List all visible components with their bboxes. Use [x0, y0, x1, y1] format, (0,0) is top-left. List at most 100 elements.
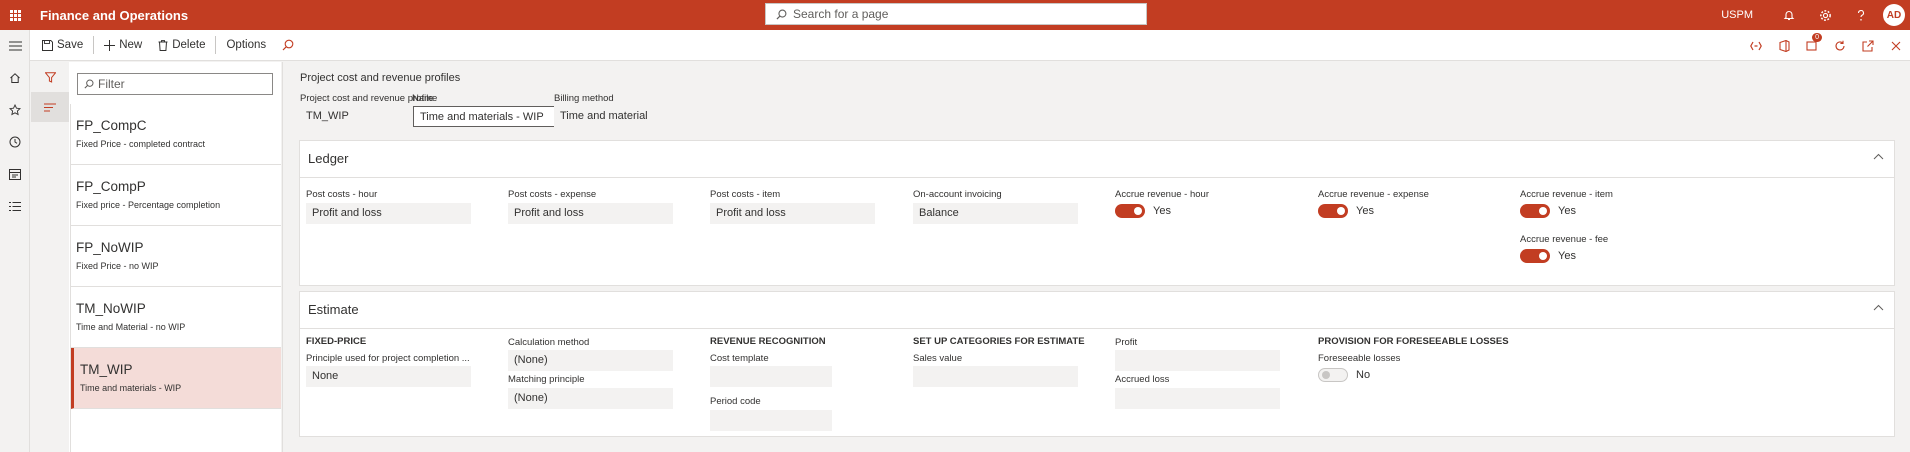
accrue-revenue-item-label: Accrue revenue - item [1520, 189, 1613, 200]
refresh-button[interactable] [1826, 30, 1854, 61]
foreseeable-losses-label: Foreseeable losses [1318, 353, 1401, 364]
profit-label: Profit [1115, 337, 1138, 348]
estimate-header[interactable]: Estimate [300, 292, 1894, 329]
toggle-value: No [1356, 369, 1371, 381]
toolbar-separator [93, 36, 95, 54]
messages-button[interactable]: 0 [1798, 30, 1826, 61]
cost-template-label: Cost template [710, 353, 769, 364]
estimate-title: Estimate [308, 302, 359, 317]
save-label: Save [57, 39, 84, 51]
estimate-fasttab: Estimate FIXED-PRICE Principle used for … [299, 291, 1895, 437]
list-view-button[interactable] [31, 92, 69, 122]
post-costs-expense-select[interactable]: Profit and loss [508, 203, 673, 224]
plus-icon [104, 39, 116, 51]
sales-value-field[interactable] [913, 366, 1078, 387]
list-item-id: TM_NoWIP [76, 301, 146, 316]
list-item-id: FP_CompC [76, 118, 147, 133]
help-button[interactable] [1843, 0, 1879, 30]
accrue-revenue-fee-label: Accrue revenue - fee [1520, 234, 1609, 245]
period-code-label: Period code [710, 396, 761, 407]
revenue-recognition-heading: REVENUE RECOGNITION [710, 336, 826, 347]
clock-icon [9, 136, 21, 148]
ledger-header[interactable]: Ledger [300, 141, 1894, 178]
foreseeable-losses-toggle[interactable]: No [1318, 368, 1370, 382]
search-icon [84, 79, 94, 89]
power-apps-button[interactable] [1742, 30, 1770, 61]
post-costs-item-label: Post costs - item [710, 189, 781, 200]
list-item-description: Time and Material - no WIP [76, 322, 186, 332]
save-button[interactable]: Save [34, 30, 91, 61]
list-item[interactable]: TM_NoWIP Time and Material - no WIP [71, 287, 281, 348]
action-search-button[interactable] [274, 30, 306, 61]
billing-method-label: Billing method [554, 93, 614, 104]
nav-workspaces[interactable] [0, 158, 30, 190]
post-costs-hour-select[interactable]: Profit and loss [306, 203, 471, 224]
funnel-icon [44, 71, 56, 83]
app-launcher-button[interactable] [0, 0, 30, 30]
ledger-title: Ledger [308, 151, 349, 166]
ledger-fasttab: Ledger Post costs - hour Profit and loss… [299, 140, 1895, 286]
accrue-revenue-hour-label: Accrue revenue - hour [1115, 189, 1209, 200]
list-item[interactable]: FP_CompP Fixed price - Percentage comple… [71, 165, 281, 226]
list-item-selected[interactable]: TM_WIP Time and materials - WIP [71, 348, 281, 409]
home-icon [10, 73, 20, 83]
on-account-invoicing-select[interactable]: Balance [913, 203, 1078, 224]
post-costs-item-select[interactable]: Profit and loss [710, 203, 875, 224]
nav-favorites[interactable] [0, 94, 30, 126]
sales-value-label: Sales value [913, 353, 963, 364]
cost-template-field[interactable] [710, 366, 832, 387]
notifications-button[interactable] [1771, 0, 1807, 30]
period-code-field[interactable] [710, 410, 832, 431]
toggle-switch [1115, 204, 1145, 218]
filter-toggle-button[interactable] [31, 62, 69, 92]
list-filter-input[interactable]: Filter [77, 73, 273, 95]
top-bar: Finance and Operations Search for a page… [0, 0, 1910, 30]
close-page-button[interactable] [1882, 30, 1910, 61]
accrue-revenue-expense-toggle[interactable]: Yes [1318, 204, 1374, 218]
accrue-revenue-item-toggle[interactable]: Yes [1520, 204, 1576, 218]
messages-badge: 0 [1812, 33, 1822, 42]
accrued-loss-field[interactable] [1115, 388, 1280, 409]
refresh-icon [1835, 40, 1845, 50]
diamond-link-icon [1750, 41, 1762, 50]
list-item[interactable]: FP_CompC Fixed Price - completed contrac… [71, 104, 281, 165]
star-icon [9, 104, 21, 116]
app-title: Finance and Operations [40, 7, 189, 23]
open-new-window-button[interactable] [1854, 30, 1882, 61]
user-avatar[interactable]: AD [1883, 4, 1905, 26]
bell-icon [1783, 11, 1795, 21]
nav-home[interactable] [0, 62, 30, 94]
new-button[interactable]: New [96, 30, 150, 61]
search-placeholder: Search for a page [793, 7, 889, 21]
close-icon [1891, 41, 1901, 50]
accrue-revenue-hour-toggle[interactable]: Yes [1115, 204, 1171, 218]
delete-button[interactable]: Delete [150, 30, 213, 61]
settings-button[interactable] [1807, 0, 1843, 30]
setup-categories-heading: SET UP CATEGORIES FOR ESTIMATE [913, 336, 1085, 347]
search-icon [776, 9, 787, 20]
matching-principle-select[interactable]: (None) [508, 388, 673, 409]
nav-modules[interactable] [0, 190, 30, 222]
list-lines-icon [44, 102, 56, 112]
company-picker[interactable]: USPM [1721, 9, 1753, 21]
accrue-revenue-fee-toggle[interactable]: Yes [1520, 249, 1576, 263]
principle-select[interactable]: None [306, 366, 471, 387]
principle-label: Principle used for project completion ..… [306, 353, 470, 364]
list-item[interactable]: FP_NoWIP Fixed Price - no WIP [71, 226, 281, 287]
list-item-description: Fixed Price - no WIP [76, 261, 159, 271]
calculation-method-select[interactable]: (None) [508, 350, 673, 371]
options-tab[interactable]: Options [218, 30, 274, 61]
page-search-input[interactable]: Search for a page [765, 3, 1147, 25]
toggle-value: Yes [1356, 205, 1374, 217]
delete-label: Delete [172, 39, 206, 51]
toggle-switch [1318, 204, 1348, 218]
list-item-id: FP_CompP [76, 179, 146, 194]
profile-field[interactable]: TM_WIP [300, 106, 378, 127]
profit-field[interactable] [1115, 350, 1280, 371]
billing-method-field[interactable]: Time and material [554, 106, 719, 127]
office-button[interactable] [1770, 30, 1798, 61]
list-item-id: TM_WIP [80, 362, 133, 377]
nav-recent[interactable] [0, 126, 30, 158]
office-icon [1778, 39, 1790, 52]
navigation-menu-button[interactable] [0, 30, 30, 62]
